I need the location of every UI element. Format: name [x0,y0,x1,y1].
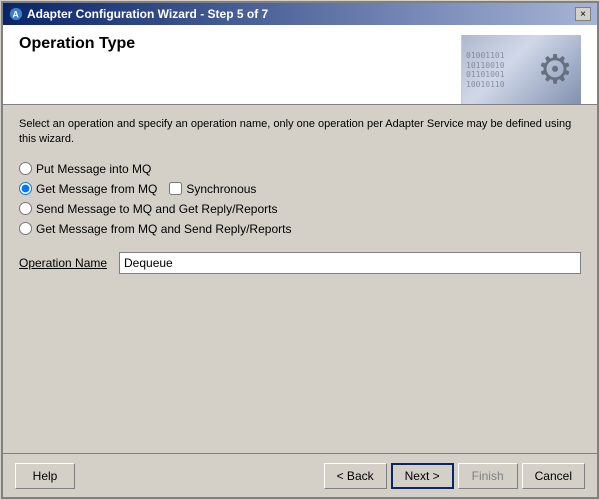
close-button[interactable]: × [575,7,591,21]
header-graphic: 01001101101100100110100110010110 ⚙ [461,35,581,105]
synchronous-checkbox[interactable] [169,182,182,195]
radio-item-3: Send Message to MQ and Get Reply/Reports [19,202,581,216]
radio-label-put-message: Put Message into MQ [36,162,151,176]
content-area: Select an operation and specify an opera… [3,105,597,453]
footer-right: < Back Next > Finish Cancel [324,463,585,489]
next-button[interactable]: Next > [391,463,454,489]
window-title: Adapter Configuration Wizard - Step 5 of… [27,7,268,21]
radio-item-2: Get Message from MQ Synchronous [19,182,581,196]
header-section: Operation Type 0100110110110010011010011… [3,25,597,105]
radio-item-1: Put Message into MQ [19,162,581,176]
footer-left: Help [15,463,75,489]
radio-label-get-send-reply: Get Message from MQ and Send Reply/Repor… [36,222,291,236]
operation-name-input[interactable] [119,252,581,274]
back-button[interactable]: < Back [324,463,387,489]
synchronous-label: Synchronous [186,182,256,196]
help-button[interactable]: Help [15,463,75,489]
radio-label-send-get-reply: Send Message to MQ and Get Reply/Reports [36,202,277,216]
operation-name-label: Operation Name [19,256,109,270]
gear-icon: ⚙ [537,47,573,93]
radio-put-message[interactable] [19,162,32,175]
graphic-background-text: 01001101101100100110100110010110 [466,51,505,89]
app-icon: A [9,7,23,21]
header-text: Operation Type [19,35,461,57]
svg-text:A: A [13,10,20,20]
cancel-button[interactable]: Cancel [522,463,585,489]
radio-get-send-reply[interactable] [19,222,32,235]
wizard-window: A Adapter Configuration Wizard - Step 5 … [1,1,599,499]
operation-name-row: Operation Name [19,252,581,274]
operation-radio-group: Put Message into MQ Get Message from MQ … [19,162,581,236]
synchronous-checkbox-container: Synchronous [169,182,256,196]
radio-label-get-message: Get Message from MQ [36,182,157,196]
finish-button[interactable]: Finish [458,463,518,489]
radio-send-get-reply[interactable] [19,202,32,215]
title-bar: A Adapter Configuration Wizard - Step 5 … [3,3,597,25]
radio-get-message[interactable] [19,182,32,195]
title-bar-left: A Adapter Configuration Wizard - Step 5 … [9,7,268,21]
description-text: Select an operation and specify an opera… [19,117,581,148]
radio-item-4: Get Message from MQ and Send Reply/Repor… [19,222,581,236]
footer: Help < Back Next > Finish Cancel [3,453,597,497]
header-title: Operation Type [19,35,461,53]
